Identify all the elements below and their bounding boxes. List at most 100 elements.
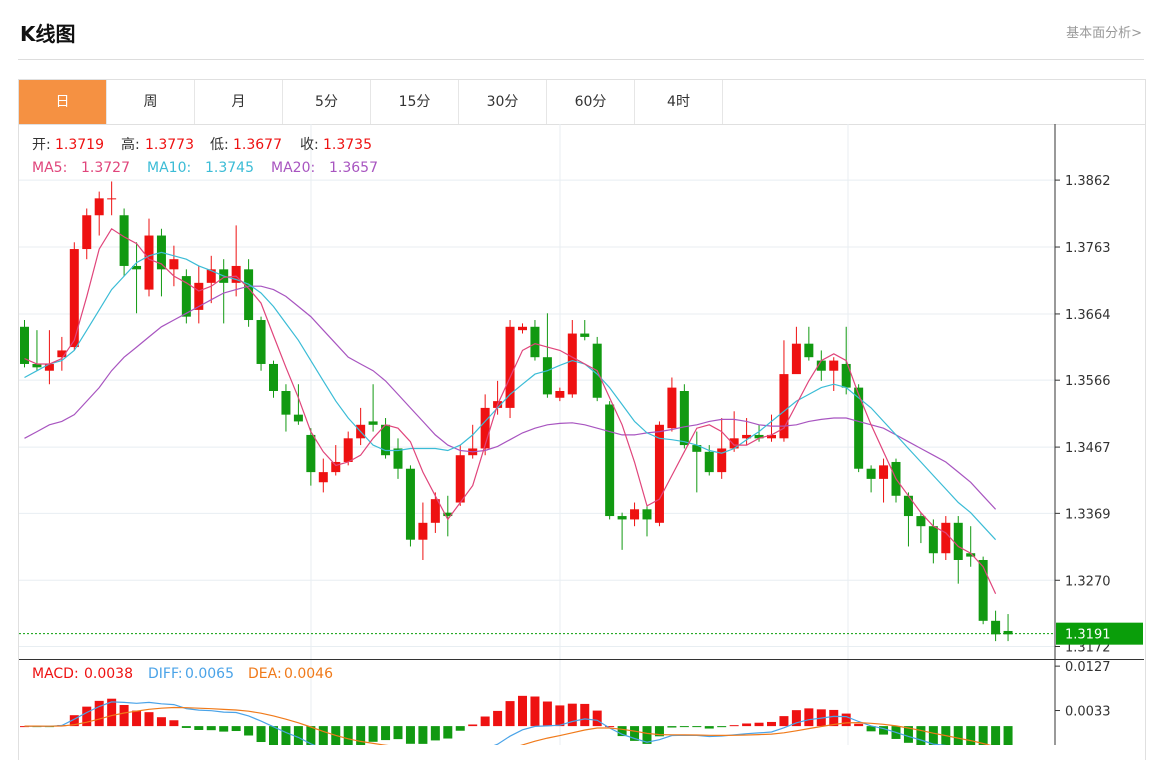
candle-body (368, 421, 378, 425)
candles (20, 181, 1013, 642)
macd-bar (928, 726, 938, 745)
macd-bar (729, 725, 739, 727)
candle-body (405, 468, 415, 540)
y-tick-label: 1.3270 (1065, 574, 1111, 589)
candle-body (804, 343, 814, 358)
macd-bar (493, 710, 503, 727)
ma20-value: 1.3657 (329, 160, 378, 176)
macd-bar (368, 726, 378, 742)
macd-bar (256, 726, 266, 743)
macd-bar (916, 726, 926, 745)
macd-bar (717, 726, 727, 728)
y-tick-label: 1.3566 (1065, 374, 1111, 389)
macd-bar (854, 723, 864, 727)
candle-body (269, 363, 278, 391)
candle-body (555, 391, 565, 398)
y-tick-label: 1.3664 (1065, 308, 1111, 323)
info-close: 1.3735 (323, 137, 372, 153)
macd-bar (767, 721, 776, 727)
macd-bar (393, 726, 403, 740)
diff-label: DIFF: (148, 666, 183, 682)
vertical-grid (310, 124, 849, 745)
candle-body (144, 235, 154, 290)
macd-value: 0.0038 (84, 666, 133, 682)
macd-tick-label: 0.0127 (1065, 660, 1111, 675)
macd-bar (804, 708, 814, 727)
macd-bar (318, 726, 328, 745)
macd-bar (119, 704, 129, 727)
candle-body (903, 495, 913, 517)
dea-line (24, 706, 992, 745)
macd-bar (530, 696, 540, 727)
macd-bar (953, 726, 963, 745)
candle-body (704, 451, 714, 473)
info-open: 1.3719 (55, 137, 104, 153)
macd-bar (219, 726, 229, 732)
y-tick-label: 1.3467 (1065, 441, 1111, 456)
candle-body (244, 269, 254, 321)
ma20-label: MA20: (271, 160, 315, 176)
candle-body (941, 522, 951, 554)
info-low: 1.3677 (233, 137, 282, 153)
candle-body (393, 448, 403, 469)
candle-body (455, 455, 465, 503)
macd-bar (779, 716, 789, 727)
dea-value: 0.0046 (284, 666, 333, 682)
macd-bar (343, 726, 353, 745)
candle-body (654, 424, 664, 523)
candle-body (518, 326, 527, 331)
candle-body (630, 509, 640, 520)
candle-body (667, 387, 677, 429)
macd-bar (418, 726, 428, 744)
macd-bar (580, 703, 590, 727)
candle-body (20, 326, 29, 364)
dea-label: DEA: (248, 666, 282, 682)
last-price-label: 1.3191 (1065, 628, 1111, 643)
macd-bar (679, 726, 689, 728)
candle-body (480, 407, 490, 449)
candle-body (642, 509, 652, 520)
macd-bar (468, 724, 478, 727)
macd-bar (592, 710, 602, 727)
candle-body (530, 326, 540, 358)
candle-body (94, 198, 104, 216)
candle-body (978, 559, 988, 621)
y-tick-label: 1.3763 (1065, 241, 1111, 256)
candle-body (928, 526, 938, 554)
candle-body (343, 438, 353, 462)
candle-body (605, 404, 615, 517)
candle-body (119, 215, 129, 266)
macd-bar (231, 726, 241, 732)
macd-bar (742, 723, 752, 727)
candlestick-chart[interactable]: 1.3862 1.3763 1.3664 1.3566 1.3467 1.3369 1.32… (0, 0, 1156, 745)
info-close-label: 收: (300, 137, 319, 153)
candle-body (107, 198, 117, 200)
candle-body (991, 620, 1001, 635)
macd-bar (269, 726, 278, 745)
ma10-label: MA10: (147, 160, 191, 176)
macd-bar (381, 726, 391, 741)
macd-bar (480, 716, 490, 727)
candle-body (169, 259, 179, 270)
candle-body (505, 326, 515, 408)
candle-body (791, 343, 801, 375)
macd-bar (443, 726, 453, 739)
macd-bar (132, 710, 142, 727)
macd-bar (704, 726, 714, 729)
candle-body (542, 357, 552, 395)
macd-bar (505, 701, 515, 727)
info-open-label: 开: (32, 137, 51, 153)
candle-body (281, 391, 291, 415)
candle-body (916, 516, 926, 527)
macd-bar (169, 720, 179, 727)
candle-body (829, 360, 839, 371)
candle-body (953, 522, 963, 560)
macd-bar (1003, 726, 1013, 745)
info-high-label: 高: (121, 136, 140, 153)
candle-body (567, 333, 577, 395)
candle-body (866, 468, 876, 479)
macd-bar (555, 705, 565, 727)
ma5-value: 1.3727 (81, 160, 130, 176)
ma10-value: 1.3745 (205, 160, 254, 176)
candle-body (617, 516, 627, 520)
